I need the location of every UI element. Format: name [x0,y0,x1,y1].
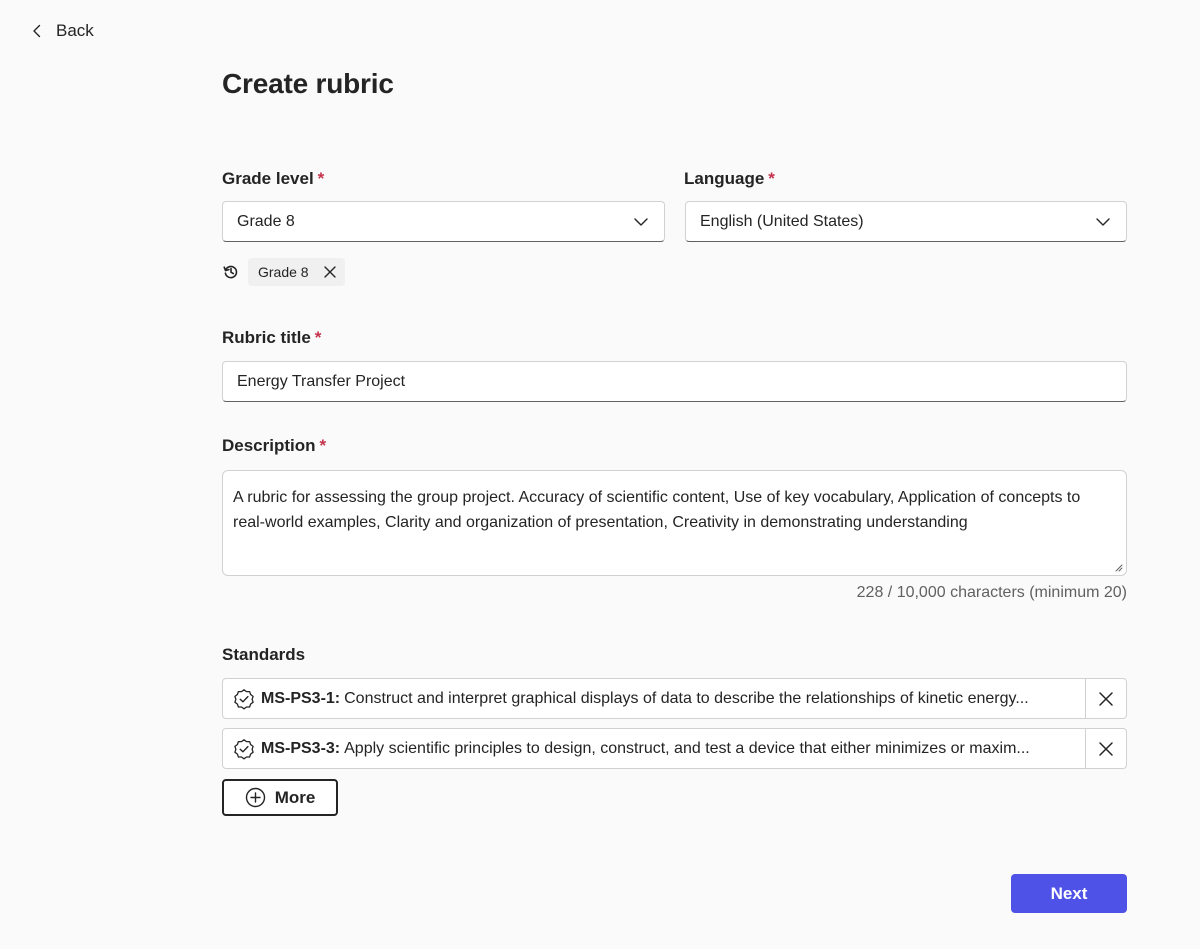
close-icon[interactable] [323,265,337,279]
language-label: Language * [684,169,775,188]
description-textarea[interactable]: A rubric for assessing the group project… [222,470,1127,576]
language-value: English (United States) [700,212,864,230]
remove-standard-button[interactable] [1086,678,1127,719]
chevron-down-icon [1096,217,1110,226]
back-label: Back [56,21,94,40]
recent-grade-chip-label: Grade 8 [258,264,309,280]
history-icon [223,265,238,279]
description-value: A rubric for assessing the group project… [233,489,1081,531]
standard-code: MS-PS3-1: [261,689,341,707]
standard-item: MS-PS3-3: Apply scientific principles to… [222,728,1127,769]
rubric-title-input[interactable]: Energy Transfer Project [222,361,1127,402]
chevron-left-icon [33,24,41,38]
required-mark: * [317,169,325,188]
standard-description: Apply scientific principles to design, c… [344,739,1030,757]
required-mark: * [319,436,327,455]
next-button[interactable]: Next [1011,874,1127,913]
rubric-title-label: Rubric title * [222,328,322,347]
add-circle-icon [245,787,265,808]
close-icon [1099,691,1113,706]
standard-item-content[interactable]: MS-PS3-3: Apply scientific principles to… [222,728,1086,769]
required-mark: * [768,169,775,188]
grade-level-label: Grade level * [222,169,325,188]
recent-grade-chip[interactable]: Grade 8 [248,258,345,286]
remove-standard-button[interactable] [1086,728,1127,769]
grade-level-dropdown[interactable]: Grade 8 [222,201,665,242]
verified-badge-icon [234,688,254,709]
character-count: 228 / 10,000 characters (minimum 20) [856,584,1127,601]
page-title: Create rubric [222,68,394,99]
grade-level-value: Grade 8 [237,212,295,230]
language-dropdown[interactable]: English (United States) [685,201,1127,242]
verified-badge-icon [234,738,254,759]
required-mark: * [314,328,322,347]
chevron-down-icon [634,217,648,226]
more-label: More [274,787,316,807]
back-button[interactable]: Back [30,18,94,44]
standard-item-content[interactable]: MS-PS3-1: Construct and interpret graphi… [222,678,1086,719]
add-more-standards-button[interactable]: More [222,779,338,816]
close-icon [1099,741,1113,756]
standard-description: Construct and interpret graphical displa… [344,689,1029,707]
create-rubric-page: Back Create rubric Grade level * Grade 8 … [0,0,1200,949]
standards-label: Standards [222,645,306,664]
description-label: Description * [222,436,327,455]
standard-code: MS-PS3-3: [261,739,341,757]
resize-grip-icon[interactable] [1113,562,1123,572]
standard-item: MS-PS3-1: Construct and interpret graphi… [222,678,1127,719]
rubric-title-value: Energy Transfer Project [237,372,406,390]
recent-grade-row: Grade 8 [222,258,345,286]
